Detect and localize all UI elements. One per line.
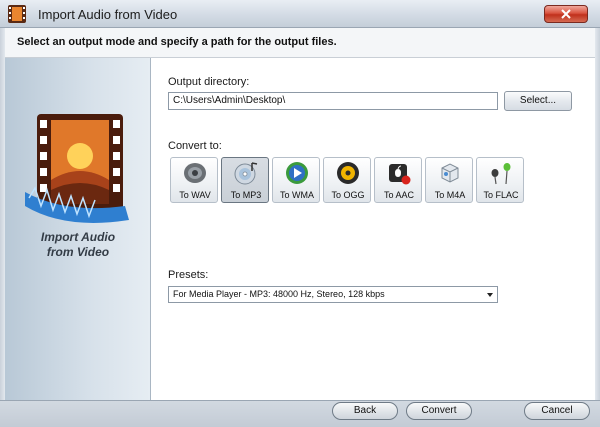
format-buttons: To WAV To MP3 To WMA To OGG To AAC To M4… [170,157,530,203]
convert-button[interactable]: Convert [406,402,472,420]
to-aac-label: To AAC [383,190,414,200]
side-title-line1: Import Audio [40,230,116,244]
side-panel: Import Audio from Video [5,58,151,400]
to-wav-button[interactable]: To WAV [170,157,218,203]
m4a-box-icon [441,163,459,183]
instruction-text: Select an output mode and specify a path… [17,36,337,48]
to-mp3-button[interactable]: To MP3 [221,157,269,203]
speaker-icon [184,163,206,183]
to-aac-button[interactable]: To AAC [374,157,422,203]
back-button[interactable]: Back [332,402,398,420]
to-wma-button[interactable]: To WMA [272,157,320,203]
convert-to-label: Convert to: [168,140,222,152]
to-flac-button[interactable]: To FLAC [476,157,524,203]
to-flac-label: To FLAC [483,190,519,200]
film-strip-audio-icon [25,114,129,223]
presets-value: For Media Player - MP3: 48000 Hz, Stereo… [173,289,385,299]
cancel-button[interactable]: Cancel [524,402,590,420]
to-ogg-label: To OGG [331,190,365,200]
to-ogg-button[interactable]: To OGG [323,157,371,203]
to-mp3-label: To MP3 [230,190,262,200]
earphones-icon [491,163,511,185]
window-title: Import Audio from Video [38,7,178,22]
output-directory-label: Output directory: [168,76,250,88]
to-wma-label: To WMA [279,190,314,200]
to-m4a-button[interactable]: To M4A [425,157,473,203]
close-button[interactable] [544,5,588,23]
output-directory-field[interactable]: C:\Users\Admin\Desktop\ [168,92,498,110]
apple-device-icon [389,164,411,185]
dropdown-arrow-icon [487,293,493,297]
instruction-bar: Select an output mode and specify a path… [5,28,595,58]
select-button[interactable]: Select... [504,91,572,111]
bottom-bar [0,400,600,427]
title-bar: Import Audio from Video [0,0,600,28]
ogg-disc-icon [337,162,359,184]
to-m4a-label: To M4A [434,190,466,200]
to-wav-label: To WAV [179,190,211,200]
side-title-line2: from Video [46,245,110,259]
presets-dropdown[interactable]: For Media Player - MP3: 48000 Hz, Stereo… [168,286,498,303]
cd-icon [234,162,258,185]
close-x-icon [561,9,571,19]
app-film-icon [8,5,26,23]
presets-label: Presets: [168,269,209,281]
media-player-icon [286,162,308,184]
window-frame-right [595,28,600,400]
